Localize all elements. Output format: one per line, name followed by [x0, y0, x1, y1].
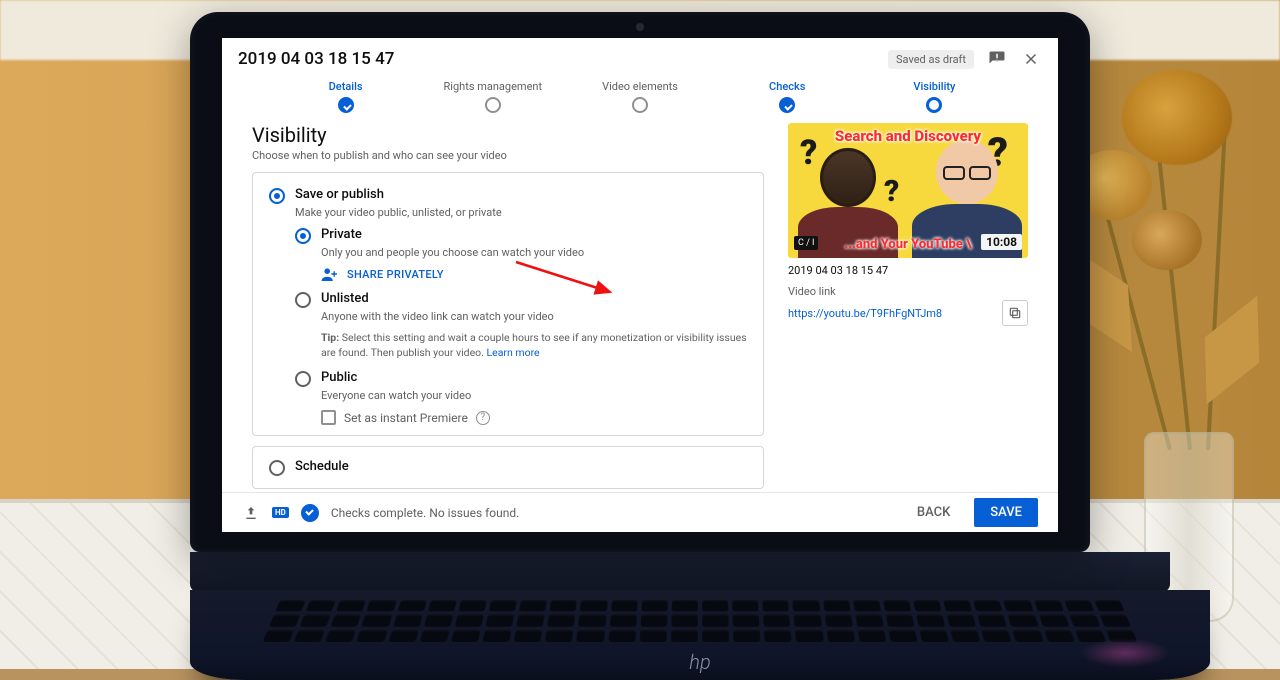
copy-link-button[interactable] [1002, 300, 1028, 326]
schedule-card: Schedule [252, 446, 764, 489]
annotation-arrow [514, 260, 624, 300]
footer-status: Checks complete. No issues found. [331, 506, 519, 520]
video-link-label: Video link [788, 285, 1028, 298]
preview-filename: 2019 04 03 18 15 47 [788, 264, 1028, 277]
step-label: Video elements [602, 80, 678, 93]
section-heading: Visibility [252, 123, 764, 147]
step-label: Visibility [913, 80, 955, 93]
video-link[interactable]: https://youtu.be/T9FhFgNTJm8 [788, 307, 942, 320]
copy-icon [1008, 306, 1022, 320]
radio-unlisted[interactable] [295, 292, 311, 308]
feedback-icon[interactable] [986, 48, 1008, 70]
video-thumbnail[interactable]: ???? Search and Discovery ...and Your Yo… [788, 123, 1028, 258]
premiere-checkbox[interactable] [321, 410, 336, 425]
step-label: Rights management [444, 80, 543, 93]
close-icon[interactable] [1020, 48, 1042, 70]
step-elements[interactable]: Video elements [566, 80, 713, 113]
unlisted-title: Unlisted [321, 291, 369, 308]
step-rights[interactable]: Rights management [419, 80, 566, 113]
step-checks[interactable]: Checks [714, 80, 861, 113]
public-title: Public [321, 370, 357, 387]
save-publish-card: Save or publish Make your video public, … [252, 172, 764, 436]
schedule-title: Schedule [295, 459, 349, 476]
dialog-header: 2019 04 03 18 15 47 Saved as draft [222, 38, 1058, 76]
radio-schedule[interactable] [269, 460, 285, 476]
thumbnail-text-top: Search and Discovery [792, 127, 1024, 145]
step-label: Details [329, 80, 363, 93]
help-icon[interactable]: ? [476, 411, 490, 425]
radio-public[interactable] [295, 371, 311, 387]
video-preview-panel: ???? Search and Discovery ...and Your Yo… [788, 123, 1028, 489]
private-title: Private [321, 227, 362, 244]
step-details[interactable]: Details [272, 80, 419, 113]
thumbnail-badge: C / I [794, 236, 818, 250]
premiere-label: Set as instant Premiere [344, 411, 468, 425]
laptop-brand-logo: hp [689, 650, 710, 674]
step-visibility[interactable]: Visibility [861, 80, 1008, 113]
public-desc: Everyone can watch your video [321, 389, 747, 402]
step-label: Checks [769, 80, 805, 93]
unlisted-tip: Tip: Select this setting and wait a coup… [321, 331, 747, 360]
check-complete-icon [301, 504, 319, 522]
hd-icon: HD [272, 507, 289, 518]
laptop: 2019 04 03 18 15 47 Saved as draft [190, 12, 1090, 680]
learn-more-link[interactable]: Learn more [487, 346, 540, 359]
share-person-icon [321, 267, 339, 281]
back-button[interactable]: BACK [901, 498, 966, 527]
private-desc: Only you and people you choose can watch… [321, 246, 747, 259]
save-button[interactable]: SAVE [974, 498, 1038, 527]
upload-icon [242, 504, 260, 522]
laptop-keyboard [262, 600, 1137, 642]
video-title: 2019 04 03 18 15 47 [238, 49, 394, 69]
upload-stepper: Details Rights management Video elements… [222, 76, 1058, 121]
section-sub: Choose when to publish and who can see y… [252, 149, 764, 162]
radio-save-publish[interactable] [269, 188, 285, 204]
unlisted-desc: Anyone with the video link can watch you… [321, 310, 747, 323]
webcam-icon [636, 23, 644, 31]
draft-status-chip: Saved as draft [888, 50, 974, 69]
radio-private[interactable] [295, 228, 311, 244]
dialog-footer: HD Checks complete. No issues found. BAC… [222, 492, 1058, 532]
save-publish-desc: Make your video public, unlisted, or pri… [295, 206, 747, 219]
thumbnail-duration: 10:08 [981, 234, 1022, 250]
save-publish-title: Save or publish [295, 187, 384, 202]
share-privately-label: SHARE PRIVATELY [347, 268, 444, 281]
